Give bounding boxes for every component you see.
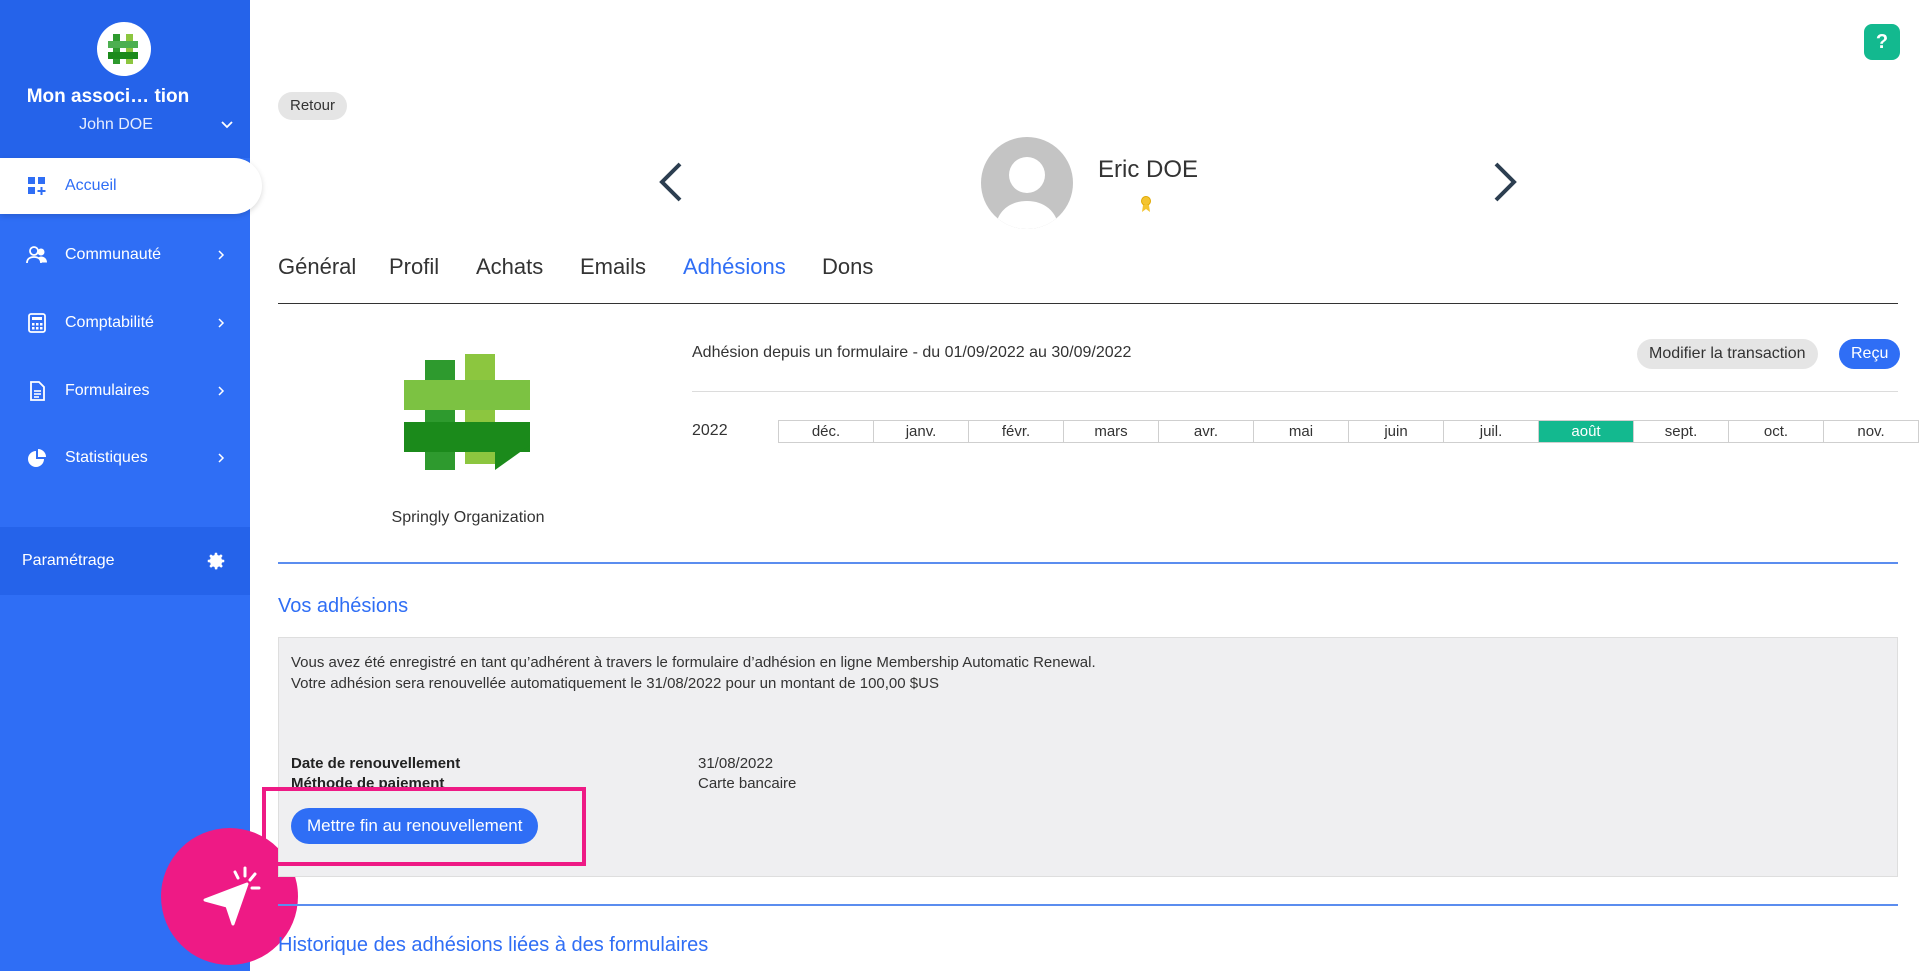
sidebar: Mon associ… tion John DOE Accueil Commun… [0, 0, 262, 971]
section-divider [278, 904, 1898, 906]
month-cell: juin [1349, 420, 1444, 443]
month-cell: janv. [874, 420, 969, 443]
calculator-icon [28, 313, 46, 333]
dashboard-icon [28, 177, 46, 195]
organization-logo [97, 22, 151, 76]
month-cell-active: août [1539, 420, 1634, 443]
document-icon [30, 381, 45, 401]
chevron-right-icon [218, 318, 225, 328]
settings-button[interactable]: Paramétrage [0, 527, 250, 595]
tab-achats[interactable]: Achats [476, 254, 543, 280]
chevron-right-icon [218, 386, 225, 396]
month-cell: nov. [1824, 420, 1919, 443]
month-cell: mai [1254, 420, 1349, 443]
current-user-name: John DOE [79, 116, 153, 133]
sidebar-item-label: Comptabilité [65, 314, 154, 331]
membership-description: Adhésion depuis un formulaire - du 01/09… [692, 344, 1132, 361]
community-icon [26, 246, 47, 264]
receipt-button[interactable]: Reçu [1839, 339, 1901, 369]
divider [692, 391, 1898, 392]
membership-year: 2022 [692, 422, 728, 439]
medal-icon [1141, 196, 1151, 212]
tab-dons[interactable]: Dons [822, 254, 873, 280]
organization-label: Springly Organization [391, 509, 545, 526]
month-cell: avr. [1159, 420, 1254, 443]
back-button[interactable]: Retour [278, 92, 348, 120]
avatar [981, 137, 1073, 229]
chevron-right-icon [218, 453, 225, 463]
chevron-right-icon [218, 250, 225, 260]
sidebar-item-label: Accueil [65, 177, 117, 194]
month-cell: mars [1064, 420, 1159, 443]
cursor-click-icon [203, 866, 260, 925]
help-button[interactable]: ? [1864, 24, 1900, 60]
organization-name: Mon associ… tion [26, 86, 190, 107]
month-cell: sept. [1634, 420, 1729, 443]
membership-history-title: Historique des adhésions liées à des for… [278, 934, 709, 956]
gear-icon [207, 552, 225, 570]
sidebar-item-label: Communauté [65, 246, 162, 263]
sidebar-item-comptabilite[interactable]: Comptabilité [0, 295, 250, 351]
sidebar-item-accueil[interactable]: Accueil [0, 158, 262, 214]
month-cell: févr. [969, 420, 1064, 443]
pie-chart-icon [28, 449, 46, 467]
membership-info-line: Vous avez été enregistré en tant qu’adhé… [291, 654, 1096, 671]
month-cell: oct. [1729, 420, 1824, 443]
renewal-date-label: Date de renouvellement [291, 755, 461, 772]
member-tabs: Général Profil Achats Emails Adhésions D… [278, 252, 1898, 304]
payment-method-value: Carte bancaire [698, 775, 797, 792]
modify-transaction-button[interactable]: Modifier la transaction [1637, 339, 1818, 369]
next-member-arrow-icon[interactable] [1490, 160, 1520, 204]
organization-switcher[interactable]: Mon associ… tion John DOE [0, 0, 250, 158]
sidebar-item-formulaires[interactable]: Formulaires [0, 363, 250, 419]
your-memberships-title: Vos adhésions [278, 595, 409, 617]
tab-adhesions[interactable]: Adhésions [683, 254, 786, 280]
settings-label: Paramétrage [22, 552, 115, 569]
chevron-down-icon[interactable] [220, 118, 234, 132]
sidebar-item-communaute[interactable]: Communauté [0, 227, 250, 283]
tab-general[interactable]: Général [278, 254, 356, 280]
sidebar-item-label: Formulaires [65, 382, 150, 399]
membership-renewal-info: Votre adhésion sera renouvellée automati… [291, 675, 939, 692]
member-name: Eric DOE [1098, 156, 1199, 183]
tab-emails[interactable]: Emails [580, 254, 646, 280]
springly-logo [404, 354, 530, 470]
section-divider [278, 562, 1898, 564]
sidebar-item-label: Statistiques [65, 449, 148, 466]
renewal-date-value: 31/08/2022 [698, 755, 774, 772]
tab-profil[interactable]: Profil [389, 254, 439, 280]
highlight-annotation [262, 787, 586, 866]
previous-member-arrow-icon[interactable] [656, 160, 686, 204]
month-cell: juil. [1444, 420, 1539, 443]
sidebar-item-statistiques[interactable]: Statistiques [0, 430, 250, 486]
membership-months-timeline: déc. janv. févr. mars avr. mai juin juil… [778, 420, 1919, 443]
month-cell: déc. [779, 420, 874, 443]
